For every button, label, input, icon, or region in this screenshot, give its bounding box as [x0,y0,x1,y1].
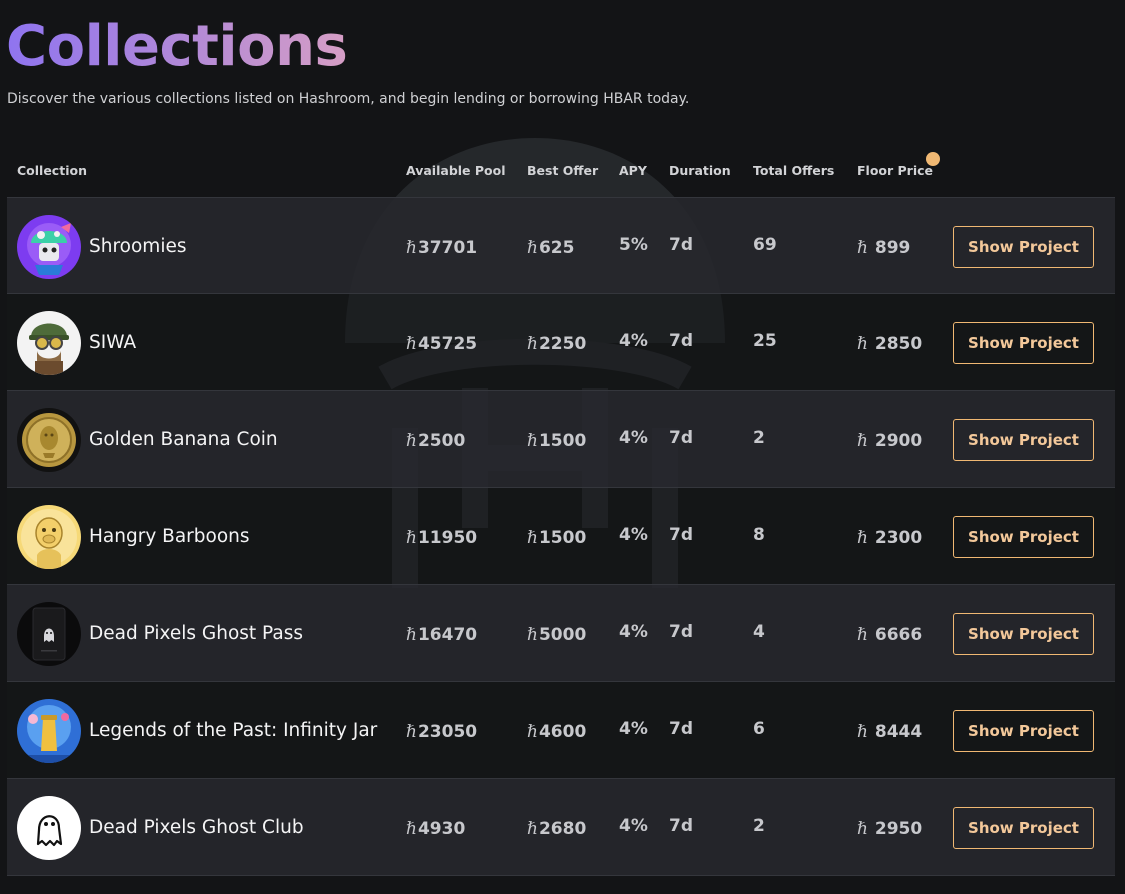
show-project-button[interactable]: Show Project [953,226,1094,268]
floor-price-value: ℏ 8444 [857,722,923,742]
floor-price-value: ℏ 2850 [857,334,923,354]
collection-name[interactable]: Dead Pixels Ghost Club [89,817,304,838]
collections-page: Collections Discover the various collect… [0,0,1125,894]
column-header-best-offer[interactable]: Best Offer [527,163,598,178]
floor-price-value: ℏ 899 [857,238,911,258]
table-row[interactable]: Hangry Barboons ℏ11950 ℏ1500 4% 7d 8 ℏ 2… [7,488,1115,585]
collection-name[interactable]: Shroomies [89,236,187,257]
duration-value: 7d [669,719,693,739]
apy-value: 4% [619,525,648,545]
available-pool-value: ℏ2500 [406,431,466,451]
infinity-jar-avatar [17,699,81,763]
show-project-button[interactable]: Show Project [953,710,1094,752]
total-offers-value: 69 [753,235,777,255]
column-header-total-offers[interactable]: Total Offers [753,163,834,178]
best-offer-value: ℏ5000 [527,625,587,645]
ghost-club-avatar [17,796,81,860]
total-offers-value: 2 [753,428,765,448]
apy-value: 4% [619,719,648,739]
column-header-duration[interactable]: Duration [669,163,731,178]
table-row[interactable]: Legends of the Past: Infinity Jar ℏ23050… [7,682,1115,779]
apy-value: 5% [619,235,648,255]
floor-price-value: ℏ 2300 [857,528,923,548]
apy-value: 4% [619,622,648,642]
ghost-pass-avatar [17,602,81,666]
show-project-button[interactable]: Show Project [953,613,1094,655]
floor-price-value: ℏ 2950 [857,819,923,839]
page-subtitle: Discover the various collections listed … [7,91,690,107]
total-offers-value: 6 [753,719,765,739]
duration-value: 7d [669,235,693,255]
table-row[interactable]: Dead Pixels Ghost Pass ℏ16470 ℏ5000 4% 7… [7,585,1115,682]
table-row[interactable]: Golden Banana Coin ℏ2500 ℏ1500 4% 7d 2 ℏ… [7,391,1115,488]
available-pool-value: ℏ4930 [406,819,466,839]
apy-value: 4% [619,428,648,448]
collection-name[interactable]: Dead Pixels Ghost Pass [89,623,303,644]
apy-value: 4% [619,331,648,351]
collection-name[interactable]: Hangry Barboons [89,526,250,547]
duration-value: 7d [669,525,693,545]
best-offer-value: ℏ1500 [527,528,587,548]
available-pool-value: ℏ23050 [406,722,478,742]
table-row[interactable]: Shroomies ℏ37701 ℏ625 5% 7d 69 ℏ 899 Sho… [7,197,1115,294]
floor-price-indicator-dot [926,152,940,166]
golden-coin-avatar [17,408,81,472]
show-project-button[interactable]: Show Project [953,322,1094,364]
best-offer-value: ℏ4600 [527,722,587,742]
table-row[interactable]: SIWA ℏ45725 ℏ2250 4% 7d 25 ℏ 2850 Show P… [7,294,1115,391]
column-header-available-pool[interactable]: Available Pool [406,163,506,178]
total-offers-value: 4 [753,622,765,642]
best-offer-value: ℏ2250 [527,334,587,354]
total-offers-value: 8 [753,525,765,545]
page-title: Collections [6,14,348,79]
show-project-button[interactable]: Show Project [953,516,1094,558]
collections-table: Shroomies ℏ37701 ℏ625 5% 7d 69 ℏ 899 Sho… [7,197,1115,876]
available-pool-value: ℏ45725 [406,334,478,354]
best-offer-value: ℏ625 [527,238,575,258]
duration-value: 7d [669,331,693,351]
show-project-button[interactable]: Show Project [953,419,1094,461]
available-pool-value: ℏ11950 [406,528,478,548]
total-offers-value: 25 [753,331,777,351]
duration-value: 7d [669,622,693,642]
show-project-button[interactable]: Show Project [953,807,1094,849]
total-offers-value: 2 [753,816,765,836]
column-header-floor-price[interactable]: Floor Price [857,163,933,178]
column-header-apy[interactable]: APY [619,163,647,178]
baboon-avatar [17,505,81,569]
siwa-avatar [17,311,81,375]
apy-value: 4% [619,816,648,836]
table-row[interactable]: Dead Pixels Ghost Club ℏ4930 ℏ2680 4% 7d… [7,779,1115,876]
duration-value: 7d [669,428,693,448]
floor-price-value: ℏ 6666 [857,625,923,645]
floor-price-value: ℏ 2900 [857,431,923,451]
table-header: Collection Available Pool Best Offer APY… [0,150,1125,194]
collection-name[interactable]: Legends of the Past: Infinity Jar [89,720,377,741]
collection-name[interactable]: Golden Banana Coin [89,429,278,450]
best-offer-value: ℏ2680 [527,819,587,839]
duration-value: 7d [669,816,693,836]
column-header-collection[interactable]: Collection [17,163,87,178]
best-offer-value: ℏ1500 [527,431,587,451]
shroomies-avatar [17,215,81,279]
available-pool-value: ℏ37701 [406,238,478,258]
available-pool-value: ℏ16470 [406,625,478,645]
collection-name[interactable]: SIWA [89,332,136,353]
